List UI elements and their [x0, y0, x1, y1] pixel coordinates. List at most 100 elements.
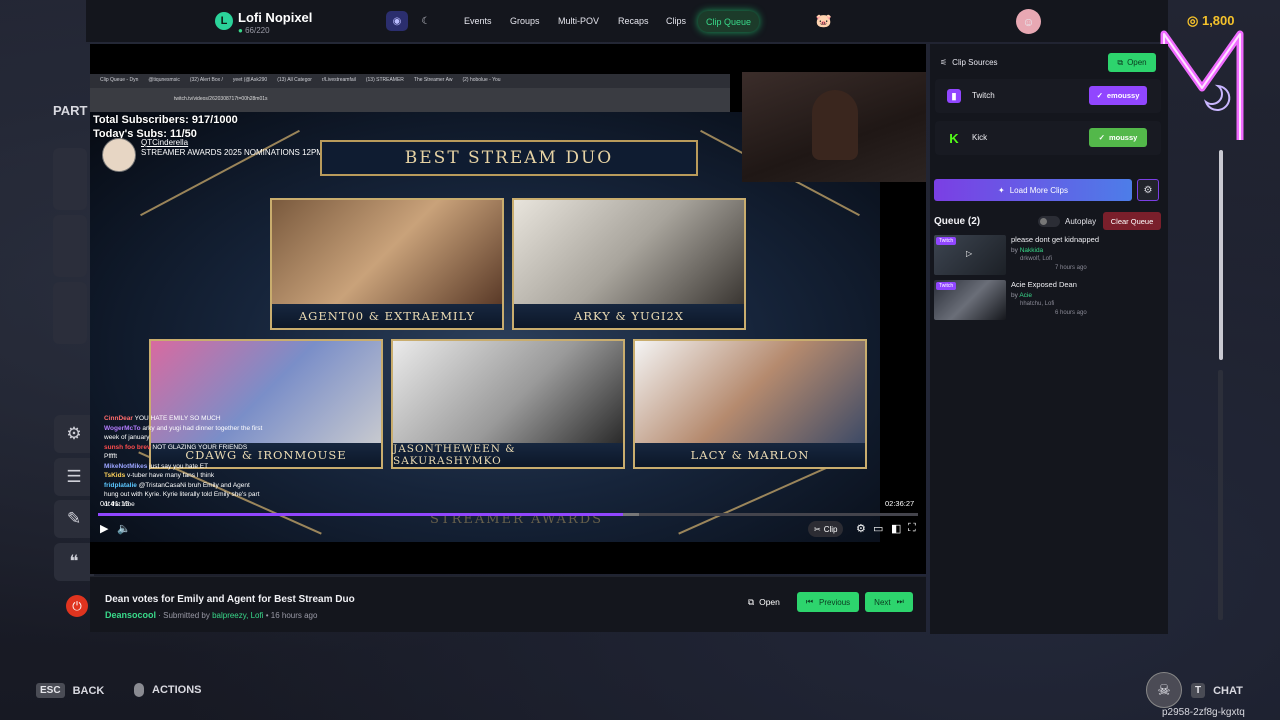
nav-clips[interactable]: Clips [666, 16, 686, 26]
clip-label: Clip [823, 524, 838, 534]
submitted-by[interactable]: balpreezy, Lofi [212, 611, 263, 620]
streamer-webcam [742, 72, 926, 182]
next-button[interactable]: Next ⏭ [865, 592, 913, 612]
chat-text: v-tuber have many fans I think [127, 472, 215, 479]
power-icon: ⏻ [66, 595, 88, 617]
source-channel: emoussy [1106, 91, 1140, 100]
volume-icon[interactable]: 🔈 [117, 522, 131, 535]
nominee-label: ARKY & YUGI2X [514, 304, 744, 328]
source-channel-tag[interactable]: ✓ moussy [1089, 128, 1147, 147]
category-title: BEST STREAM DUO [404, 148, 614, 168]
source-row-twitch: ▮ Twitch ✓ emoussy [935, 79, 1161, 113]
play-icon[interactable]: ▶ [100, 522, 108, 535]
browser-tab: @tiqunesmsic [148, 77, 180, 83]
browser-tab: (32) Alert Box / [189, 77, 223, 83]
source-row-kick: K Kick ✓ moussy [935, 121, 1161, 155]
actions-hint[interactable]: ACTIONS [134, 683, 202, 697]
profile-avatar[interactable]: ☺ [1016, 9, 1041, 34]
source-name: Kick [972, 133, 988, 142]
overlay-total-subscribers: Total Subscribers: 917/1000 [93, 114, 238, 126]
seek-bar[interactable] [98, 513, 918, 516]
twitch-icon: ▮ [947, 89, 961, 103]
actions-label: ACTIONS [152, 684, 202, 696]
chat-bubbles-icon: ❝ [54, 543, 94, 581]
scrollbar-track[interactable] [1218, 370, 1223, 620]
webcam-person [812, 90, 858, 160]
play-icon[interactable]: ▷ [966, 249, 972, 258]
embedded-url-bar: twitch.tv/videos/2620308717t=00h28m01s [90, 88, 730, 112]
list-icon: ☰ [54, 458, 94, 496]
open-clip-button[interactable]: ⧉ Open [742, 593, 786, 611]
chat-line: MikeNotMikes just say you hate ET [104, 462, 264, 472]
back-hint[interactable]: ESC BACK [36, 683, 104, 698]
autoplay-toggle[interactable] [1038, 216, 1060, 227]
discord-icon[interactable]: ◉ [386, 11, 408, 31]
clear-queue-button[interactable]: Clear Queue [1103, 212, 1161, 230]
background-card [53, 215, 87, 277]
streamer-name: QTCinderella [141, 138, 189, 147]
autoplay-label: Autoplay [1065, 217, 1097, 226]
nominee-label: JASONTHEWEEN & SAKURASHYMKO [393, 443, 623, 467]
queue-settings-icon[interactable]: ⚙ [1137, 179, 1159, 201]
queue-item[interactable]: Twitch ▷ please dont get kidnapped by Na… [934, 235, 1154, 277]
queue-item-title: Acie Exposed Dean [1011, 280, 1077, 289]
queue-item-ago: 6 hours ago [1055, 310, 1087, 316]
source-channel-tag[interactable]: ✓ emoussy [1089, 86, 1147, 105]
coin-value: 1,800 [1201, 13, 1235, 28]
previous-button[interactable]: ⏮ Previous [797, 592, 859, 612]
sliders-icon: ⚟ [940, 58, 948, 67]
nav-clip-queue[interactable]: Clip Queue [698, 11, 760, 32]
nav-groups[interactable]: Groups [510, 16, 540, 26]
clip-ago: 16 hours ago [270, 611, 318, 620]
clip-button[interactable]: ✂ Clip [808, 521, 844, 537]
app-title[interactable]: Lofi Nopixel [238, 10, 312, 25]
browser-tab: (13) All Categor [277, 77, 312, 83]
by-prefix: by [1011, 247, 1018, 254]
nominee-label: AGENT00 & EXTRAEMILY [272, 304, 502, 328]
seek-progress [98, 513, 623, 516]
source-name: Twitch [972, 91, 995, 100]
kick-icon: K [949, 130, 959, 146]
nav-recaps[interactable]: Recaps [618, 16, 649, 26]
settings-icon[interactable]: ⚙ [856, 522, 866, 535]
author-name: Acie [1019, 292, 1032, 299]
author-name: Nakkida [1019, 247, 1044, 254]
clip-info-bar: Dean votes for Emily and Agent for Best … [90, 576, 926, 632]
pig-icon[interactable]: 🐷 [813, 11, 835, 31]
user-avatar[interactable]: ☠ [1146, 672, 1182, 708]
sources-open-label: Open [1127, 58, 1147, 67]
chat-text: YOU HATE EMILY SO MUCH [134, 415, 221, 422]
theatre-icon[interactable]: ▭ [873, 522, 883, 535]
fullscreen-icon[interactable]: ⛶ [908, 522, 916, 535]
sidebar-toggle-icon[interactable]: ◧ [891, 522, 901, 535]
video-player[interactable]: Clip Queue - Dyn @tiqunesmsic (32) Alert… [90, 44, 926, 574]
source-channel: moussy [1108, 133, 1138, 142]
load-more-label: Load More Clips [1009, 185, 1068, 195]
sources-open-button[interactable]: ⧉ Open [1108, 53, 1156, 72]
chat-line: Pfffft [104, 452, 264, 462]
coin-icon: ◎ [1187, 13, 1199, 28]
check-icon: ✓ [1098, 133, 1105, 142]
chat-text: just say you hate ET [149, 462, 209, 470]
nav-events[interactable]: Events [464, 16, 492, 26]
queue-item[interactable]: Twitch Acie Exposed Dean by Acie hhatchu… [934, 280, 1154, 322]
load-more-clips-button[interactable]: ✦ Load More Clips [934, 179, 1132, 201]
clip-owner[interactable]: Deansocool [105, 610, 156, 620]
previous-label: Previous [819, 597, 851, 607]
chat-overlay: CinnDear YOU HATE EMILY SO MUCH WogerMcT… [104, 414, 264, 509]
clip-sources-header: ⚟ Clip Sources [940, 58, 998, 67]
chat-hint[interactable]: T CHAT [1191, 683, 1243, 698]
chat-user: sunsh foo brev [104, 443, 151, 451]
buffer-bar [622, 513, 640, 516]
nav-multi-pov[interactable]: Multi-POV [558, 16, 599, 26]
embedded-browser-tabs: Clip Queue - Dyn @tiqunesmsic (32) Alert… [90, 74, 730, 88]
scrollbar-thumb[interactable] [1219, 150, 1223, 360]
chat-user: MikeNotMikes [104, 462, 148, 470]
online-count-value: 66/220 [245, 26, 270, 35]
open-label: Open [759, 597, 780, 607]
chat-line: CinnDear YOU HATE EMILY SO MUCH [104, 414, 264, 424]
platform-badge: Twitch [936, 237, 957, 245]
moon-icon[interactable]: ☾ [415, 11, 437, 31]
user-code: p2958-2zf8g-kgxtq [1162, 707, 1245, 718]
queue-title: Queue (2) [934, 216, 981, 227]
